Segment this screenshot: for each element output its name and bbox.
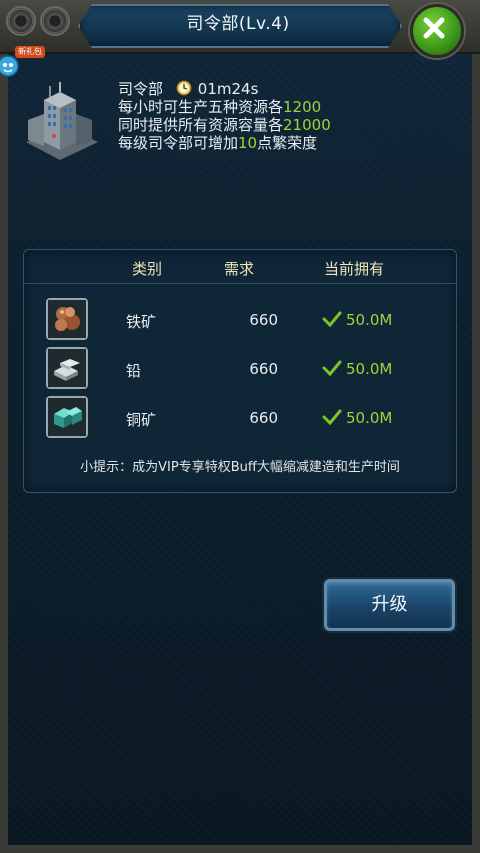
resource-name: 铁矿: [126, 313, 157, 331]
tip-text: 小提示：成为VIP专享特权Buff大幅缩减建造和生产时间: [80, 460, 400, 475]
resource-owned-value: 50.0M: [346, 360, 393, 378]
check-icon: [322, 360, 342, 376]
clock-icon: [176, 80, 192, 96]
column-header-owned: 当前拥有: [324, 260, 385, 278]
resource-owned: 50.0M: [322, 311, 392, 329]
gift-badge: 新礼包: [15, 46, 45, 58]
resource-need: 660: [249, 409, 278, 427]
column-header-category: 类别: [132, 260, 163, 278]
resource-name: 铜矿: [126, 411, 157, 429]
top-bar: 司令部(Lv.4): [0, 0, 480, 58]
capacity-text: 同时提供所有资源容量各: [118, 116, 284, 134]
divider: [24, 283, 456, 284]
resource-need: 660: [249, 360, 278, 378]
prosperity-value: 10: [238, 134, 258, 152]
check-icon: [322, 409, 342, 425]
column-header-need: 需求: [224, 260, 255, 278]
production-text: 每小时可生产五种资源各: [118, 98, 284, 116]
check-icon: [322, 311, 342, 327]
gear-icon: [40, 6, 70, 36]
page-title: 司令部(Lv.4): [186, 14, 290, 34]
building-image: [20, 80, 100, 170]
resource-owned-value: 50.0M: [346, 409, 393, 427]
production-value: 1200: [283, 98, 322, 116]
resource-owned: 50.0M: [322, 409, 392, 427]
building-name: 司令部: [118, 80, 164, 98]
building-info: 司令部 01m24s 每小时可生产五种资源各1200 同时提供所有资源容量各21…: [118, 80, 458, 152]
resource-need: 660: [249, 311, 278, 329]
gear-icon: [6, 6, 36, 36]
prosperity-suffix: 点繁荣度: [257, 134, 318, 152]
copper-ore-icon: [46, 396, 88, 438]
resource-owned-value: 50.0M: [346, 311, 393, 329]
close-icon: [423, 17, 445, 39]
lead-icon: [46, 347, 88, 389]
capacity-value: 21000: [283, 116, 331, 134]
upgrade-button[interactable]: 升级: [324, 579, 455, 631]
iron-ore-icon: [46, 298, 88, 340]
build-timer: 01m24s: [197, 80, 259, 98]
resource-owned: 50.0M: [322, 360, 392, 378]
resource-name: 铅: [126, 362, 142, 380]
close-button[interactable]: [410, 4, 464, 58]
prosperity-text: 每级司令部可增加: [118, 134, 239, 152]
